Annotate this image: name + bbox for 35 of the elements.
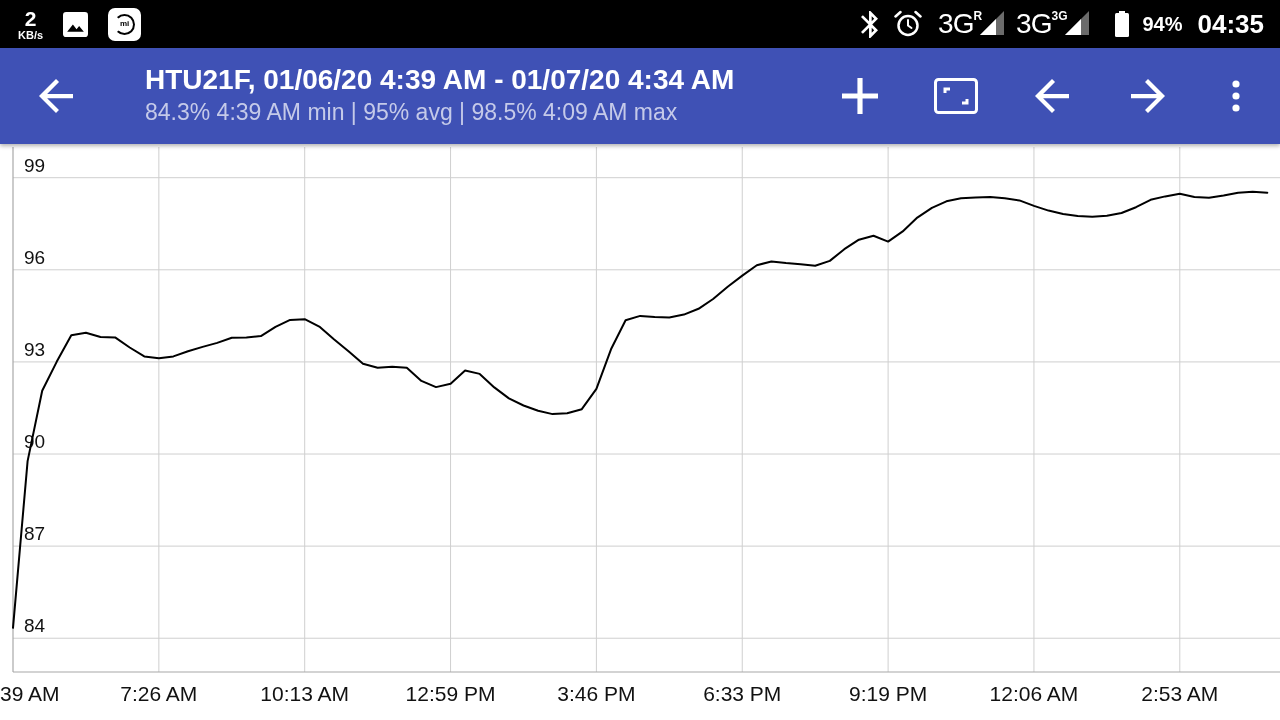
y-axis-label: 87 (24, 523, 46, 545)
signal-icon (1065, 11, 1090, 35)
battery-percent: 94% (1142, 12, 1183, 36)
x-axis-label: 2:53 AM (1141, 682, 1219, 705)
arrow-right-icon (1131, 79, 1165, 113)
network-type: 3G$^{3G}$ (1016, 10, 1068, 38)
y-axis-label: 96 (24, 246, 46, 268)
clock: 04:35 (1197, 8, 1264, 40)
y-axis-label: 99 (24, 154, 46, 176)
bluetooth-icon (861, 10, 879, 38)
image-icon (63, 11, 89, 37)
y-axis-label: 93 (24, 338, 46, 360)
fullscreen-icon (934, 78, 978, 114)
chart-subtitle: 84.3% 4:39 AM min | 95% avg | 98.5% 4:09 AM max (145, 98, 679, 127)
x-axis-label: 12:59 PM (405, 682, 496, 705)
x-axis-label: 39 AM (0, 682, 60, 705)
x-axis-label: 10:13 AM (260, 682, 350, 705)
x-axis-label: 12:06 AM (989, 682, 1079, 705)
alarm-clock-icon (894, 10, 923, 38)
x-axis-label: 3:46 PM (557, 682, 636, 705)
chart-title: HTU21F, 01/06/20 4:39 AM - 01/07/20 4:34 AM (145, 63, 735, 97)
plus-icon (842, 78, 878, 114)
battery-icon (1115, 11, 1130, 37)
signal-icon (980, 11, 1005, 35)
arrow-left-icon (1035, 79, 1069, 113)
x-axis-label: 7:26 AM (120, 682, 198, 705)
app-logo-icon: mi (108, 7, 142, 41)
more-icon (1232, 80, 1240, 112)
y-axis-label: 84 (24, 615, 46, 637)
x-axis-label: 6:33 PM (703, 682, 782, 705)
x-axis-label: 9:19 PM (849, 682, 928, 705)
network-speed-unit: KB/s (18, 29, 44, 41)
arrow-left-icon (39, 79, 73, 113)
network-speed-value: 2 (24, 7, 37, 29)
network-type: 3G$^{R}$ (938, 10, 983, 38)
